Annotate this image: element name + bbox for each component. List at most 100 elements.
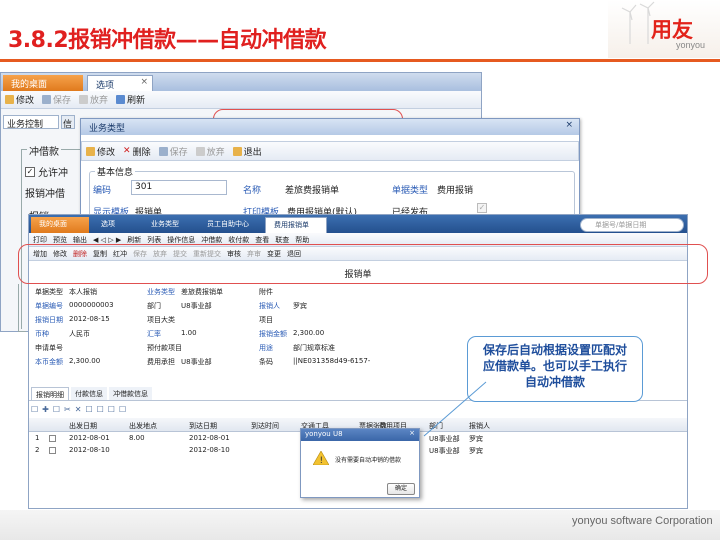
grid-column-header[interactable]: 出发日期 [69, 421, 97, 431]
grid-column-header[interactable]: 出发地点 [129, 421, 157, 431]
tab-expense-detail[interactable]: 报销明细 [31, 387, 69, 400]
discard-icon [195, 146, 205, 156]
list-button[interactable]: 列表 [147, 235, 161, 245]
view-menu[interactable]: 查看 [255, 235, 269, 245]
slide-title: 3.8.2报销冲借款——自动冲借款 [8, 28, 327, 53]
header-field-label: 本币金额 [35, 358, 63, 366]
note-line-2: 应借款单。也可以手工执行 [482, 359, 627, 373]
grid-tool-icons[interactable]: ☐✚☐✂✕☐☐☐☐ [31, 405, 130, 414]
tab-my-desktop[interactable]: 我的桌面 [3, 75, 83, 91]
tab-credit[interactable]: 信 [61, 115, 75, 130]
tab-offset-info[interactable]: 冲借款信息 [109, 387, 152, 400]
table-cell[interactable]: 8.00 [129, 434, 145, 442]
preview-button[interactable]: 预览 [53, 235, 67, 245]
header-field-label: 币种 [35, 330, 49, 338]
refresh-label: 刷新 [127, 96, 146, 106]
header-field-value[interactable]: ||NE031358d49-6157- [293, 357, 370, 365]
discard-button[interactable]: 放弃 [79, 93, 108, 106]
discard-icon [79, 95, 89, 104]
header-field-value[interactable]: 0000000003 [69, 301, 114, 309]
export-button[interactable]: 输出 [73, 235, 87, 245]
callout-pointer [423, 381, 487, 437]
message-text: 没有需要自动冲销的借款 [335, 457, 402, 464]
message-title: yonyou U8 [305, 430, 343, 438]
save-icon [158, 146, 168, 156]
tab-business-control[interactable]: 业务控制 [3, 115, 59, 130]
tab-my-desktop[interactable]: 我的桌面 [31, 217, 89, 233]
tab-employee-center[interactable]: 员工自助中心 [199, 217, 261, 233]
ok-button[interactable]: 确定 [387, 483, 415, 495]
table-cell[interactable]: U8事业部 [429, 446, 460, 456]
refresh-button[interactable]: 刷新 [127, 235, 141, 245]
allow-offset-label: 允许冲 [38, 168, 68, 179]
exit-button[interactable]: 退出 [232, 145, 262, 158]
header-field-value[interactable]: 2012-08-15 [69, 315, 110, 323]
payment-menu[interactable]: 收付款 [228, 235, 249, 245]
close-icon[interactable]: × [409, 429, 415, 437]
header-field-label: 费用承担 [147, 358, 175, 366]
tab-options[interactable]: 选项 × [87, 75, 153, 91]
nav-arrows-icon[interactable]: ◀ ◁ ▷ ▶ [93, 236, 121, 244]
row-number: 2 [35, 446, 40, 454]
header-field-value[interactable]: U8事业部 [181, 301, 212, 311]
discard-label: 放弃 [206, 147, 225, 158]
close-icon[interactable]: × [565, 120, 573, 130]
header-field-value[interactable]: 本人报销 [69, 287, 97, 297]
allow-offset-checkbox[interactable]: ✓ 允许冲 [25, 164, 68, 179]
offset-groupbox-edge [18, 284, 26, 332]
offset-group-label: 冲借款 [27, 143, 61, 158]
name-label: 名称 [243, 186, 262, 196]
grid-column-header[interactable]: 到达日期 [189, 421, 217, 431]
table-cell[interactable]: 2012-08-01 [189, 434, 230, 442]
svg-text:!: ! [320, 456, 324, 465]
table-cell[interactable]: 罗宾 [469, 446, 483, 456]
table-cell[interactable]: 2012-08-10 [189, 446, 230, 454]
save-icon [42, 95, 52, 104]
table-cell[interactable]: 2012-08-10 [69, 446, 110, 454]
offset-order-label: 报销冲借 [25, 189, 65, 200]
edit-button[interactable]: 修改 [5, 93, 34, 106]
header-field-value[interactable]: 2,300.00 [293, 329, 324, 337]
tab-options-label: 选项 [96, 81, 115, 91]
delete-icon: ✕ [123, 146, 131, 156]
refresh-button[interactable]: 刷新 [116, 93, 145, 106]
row-checkbox[interactable] [49, 435, 56, 442]
row-checkbox[interactable] [49, 447, 56, 454]
code-field[interactable]: 301 [131, 180, 227, 195]
grid-column-header[interactable]: 到达时间 [251, 421, 279, 431]
link-query-menu[interactable]: 联查 [275, 235, 289, 245]
save-button[interactable]: 保存 [158, 145, 188, 158]
refresh-icon [116, 95, 126, 104]
tab-options[interactable]: 选项 [93, 217, 139, 233]
tab-business-type[interactable]: 业务类型 [143, 217, 195, 233]
table-cell[interactable]: 2012-08-01 [69, 434, 110, 442]
header-field-label: 报销日期 [35, 316, 63, 324]
edit-icon [5, 95, 14, 104]
name-value[interactable]: 差旅费报销单 [285, 183, 339, 196]
offset-loan-menu[interactable]: 冲借款 [201, 235, 222, 245]
header-field-value[interactable]: 差旅费报销单 [181, 287, 223, 297]
header-field-value[interactable]: 罗宾 [293, 301, 307, 311]
published-checkbox[interactable]: ✓ [477, 203, 487, 213]
checkbox-checked-icon: ✓ [25, 166, 35, 177]
discard-button[interactable]: 放弃 [195, 145, 225, 158]
print-button[interactable]: 打印 [33, 235, 47, 245]
save-button[interactable]: 保存 [42, 93, 71, 106]
header-field-value[interactable]: 2,300.00 [69, 357, 100, 365]
edit-button[interactable]: 修改 [86, 145, 115, 158]
code-label: 编码 [93, 186, 112, 196]
tab-payment-info[interactable]: 付款信息 [71, 387, 107, 400]
header-field-value[interactable]: U8事业部 [181, 357, 212, 367]
tab-expense-form[interactable]: 费用报销单 [265, 217, 327, 233]
message-dialog: yonyou U8 × ! 没有需要自动冲销的借款 确定 [300, 428, 420, 498]
help-menu[interactable]: 帮助 [295, 235, 309, 245]
header-field-value[interactable]: 人民币 [69, 329, 90, 339]
header-field-value[interactable]: 部门规章标准 [293, 343, 335, 353]
operation-info-menu[interactable]: 操作信息 [167, 235, 195, 245]
header-field-value[interactable]: 1.00 [181, 329, 197, 337]
delete-button[interactable]: ✕ 删除 [123, 145, 151, 158]
close-icon[interactable]: × [140, 77, 148, 87]
doc-type-value[interactable]: 费用报销 [437, 183, 473, 196]
search-input[interactable]: 单据号/单据日期 [580, 218, 684, 232]
header-field-label: 报销金额 [259, 330, 287, 338]
